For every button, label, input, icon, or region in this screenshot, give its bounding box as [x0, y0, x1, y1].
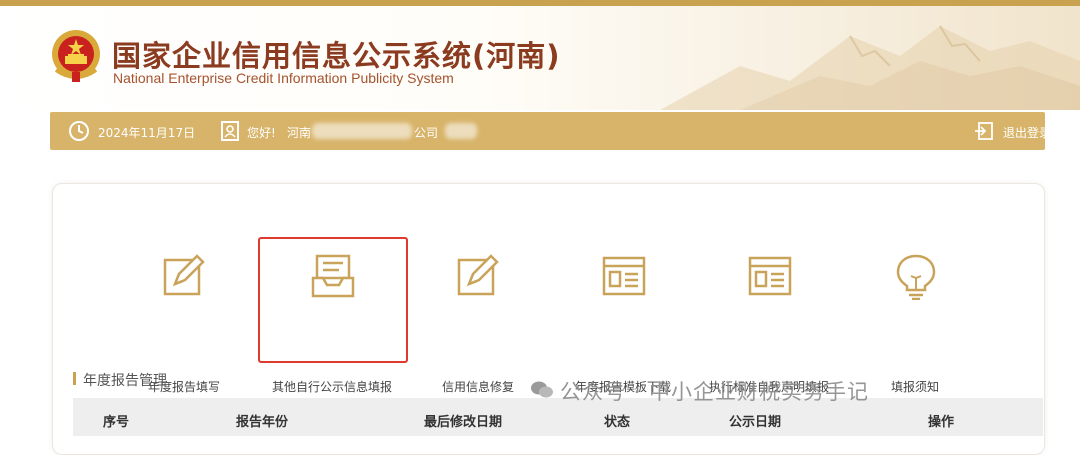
template-icon — [602, 256, 646, 296]
user-info-bar: 2024年11月17日 您好! 河南 公司 退出登录 — [50, 112, 1051, 150]
user-card-icon — [221, 121, 239, 141]
mountain-background — [660, 25, 1080, 110]
tile-standard-declaration[interactable]: 执行标准自我声明填报 — [704, 244, 834, 394]
company-name-start: 河南 — [287, 126, 312, 140]
site-header: 国家企业信用信息公示系统(河南) National Enterprise Cre… — [0, 6, 1080, 110]
report-table-header: 序号 报告年份 最后修改日期 状态 公示日期 操作 — [73, 398, 1043, 436]
clock-icon — [69, 121, 89, 141]
redacted-company-name — [312, 123, 412, 139]
tile-template-download[interactable]: 年度报告模板下载 — [558, 244, 688, 394]
redacted-extra — [445, 123, 477, 139]
column-header: 报告年份 — [236, 415, 289, 430]
column-header: 状态 — [604, 415, 631, 430]
column-header: 最后修改日期 — [424, 415, 503, 430]
column-header: 操作 — [928, 415, 955, 430]
edit-icon — [457, 254, 499, 296]
current-date: 2024年11月17日 — [98, 126, 196, 140]
site-title-chinese: 国家企业信用信息公示系统(河南) — [112, 39, 561, 73]
column-header: 序号 — [103, 415, 130, 430]
tile-filing-notice[interactable]: 填报须知 — [850, 244, 980, 394]
greeting-text: 您好! — [247, 126, 276, 140]
watermark-text: 公众号 · 中小企业财税实务手记 — [560, 380, 870, 404]
wechat-logo-icon — [531, 381, 553, 398]
logout-icon[interactable] — [974, 121, 994, 141]
section-title: 年度报告管理 — [83, 373, 167, 389]
site-title-english: National Enterprise Credit Information P… — [113, 70, 454, 86]
template-icon — [748, 256, 792, 296]
logout-link[interactable]: 退出登录 — [1003, 124, 1051, 141]
edit-icon — [163, 254, 205, 296]
section-accent — [73, 372, 76, 385]
national-emblem-icon — [52, 30, 100, 82]
tile-credit-repair[interactable]: 信用信息修复 — [413, 244, 543, 394]
column-header: 公示日期 — [729, 415, 782, 430]
lightbulb-icon — [896, 254, 936, 300]
tile-label: 其他自行公示信息填报 — [271, 380, 392, 394]
tile-other-disclosure[interactable]: 其他自行公示信息填报 — [267, 244, 397, 394]
inbox-icon — [311, 254, 355, 298]
tile-annual-report-fill[interactable]: 年度报告填写 — [119, 244, 249, 394]
company-name-end: 公司 — [414, 126, 439, 140]
